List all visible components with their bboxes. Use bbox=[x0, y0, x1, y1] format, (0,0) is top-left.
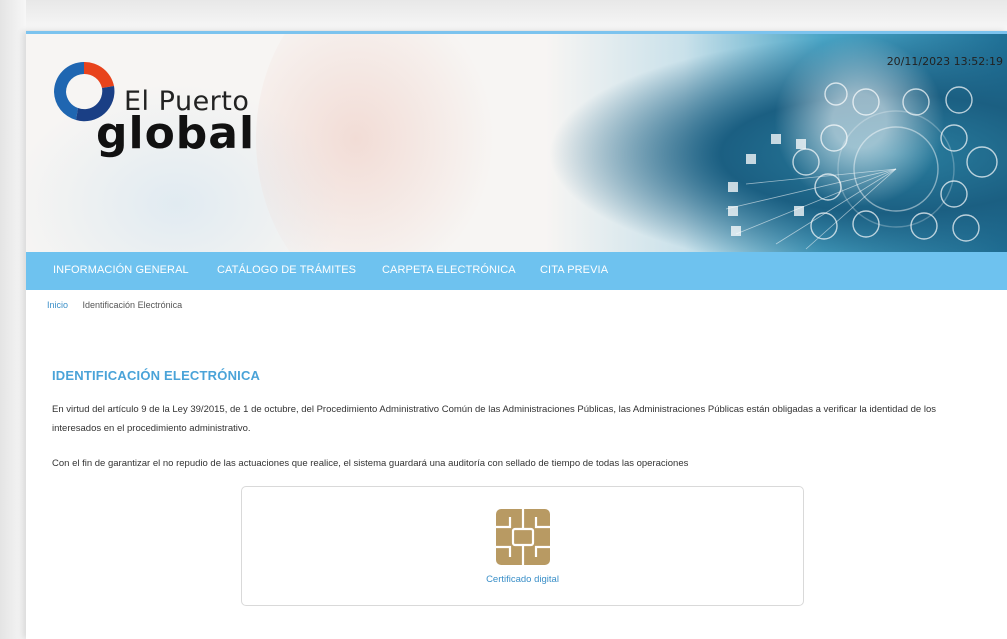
digital-certificate-option[interactable]: Certificado digital bbox=[241, 486, 804, 606]
nav-item-carpeta-electronica[interactable]: CARPETA ELECTRÓNICA bbox=[382, 264, 516, 276]
phone-icon bbox=[945, 86, 973, 114]
lock-icon bbox=[792, 148, 820, 176]
cloud-icon bbox=[820, 124, 848, 152]
nav-item-catalogo-tramites[interactable]: CATÁLOGO DE TRÁMITES bbox=[217, 264, 356, 276]
wifi-icon bbox=[852, 88, 880, 116]
smart-card-chip-icon bbox=[496, 509, 550, 565]
legal-notice-paragraph: En virtud del artículo 9 de la Ley 39/20… bbox=[52, 404, 936, 434]
breadcrumb: Inicio Identificación Electrónica bbox=[47, 300, 182, 310]
mail-icon bbox=[824, 82, 848, 106]
page-title: IDENTIFICACIÓN ELECTRÓNICA bbox=[52, 368, 261, 383]
session-timestamp: 20/11/2023 13:52:19 bbox=[886, 55, 1003, 68]
brand-logo[interactable]: El Puerto global bbox=[48, 56, 278, 166]
digital-certificate-link[interactable]: Certificado digital bbox=[242, 574, 803, 585]
bank-icon bbox=[966, 146, 998, 178]
header-banner: El Puerto global 20/11/2023 13:52:19 bbox=[26, 34, 1007, 252]
main-navigation: INFORMACIÓN GENERAL CATÁLOGO DE TRÁMITES… bbox=[26, 252, 1007, 290]
background-swoosh bbox=[256, 34, 506, 252]
brand-name-line2: global bbox=[96, 108, 256, 159]
window-shadow-top bbox=[0, 0, 1007, 30]
breadcrumb-current: Identificación Electrónica bbox=[82, 300, 183, 310]
breadcrumb-home-link[interactable]: Inicio bbox=[47, 300, 68, 310]
nav-item-cita-previa[interactable]: CITA PREVIA bbox=[540, 264, 608, 276]
nav-item-informacion-general[interactable]: INFORMACIÓN GENERAL bbox=[53, 264, 189, 276]
location-icon bbox=[810, 212, 838, 240]
page: El Puerto global 20/11/2023 13:52:19 INF… bbox=[26, 31, 1007, 639]
cart-icon bbox=[952, 214, 980, 242]
window-shadow-left bbox=[0, 0, 26, 639]
tag-icon bbox=[852, 210, 880, 238]
globe-icon bbox=[902, 88, 930, 116]
search-icon bbox=[910, 212, 938, 240]
audit-notice-paragraph: Con el fin de garantizar el no repudio d… bbox=[52, 458, 689, 469]
user-icon bbox=[940, 180, 968, 208]
